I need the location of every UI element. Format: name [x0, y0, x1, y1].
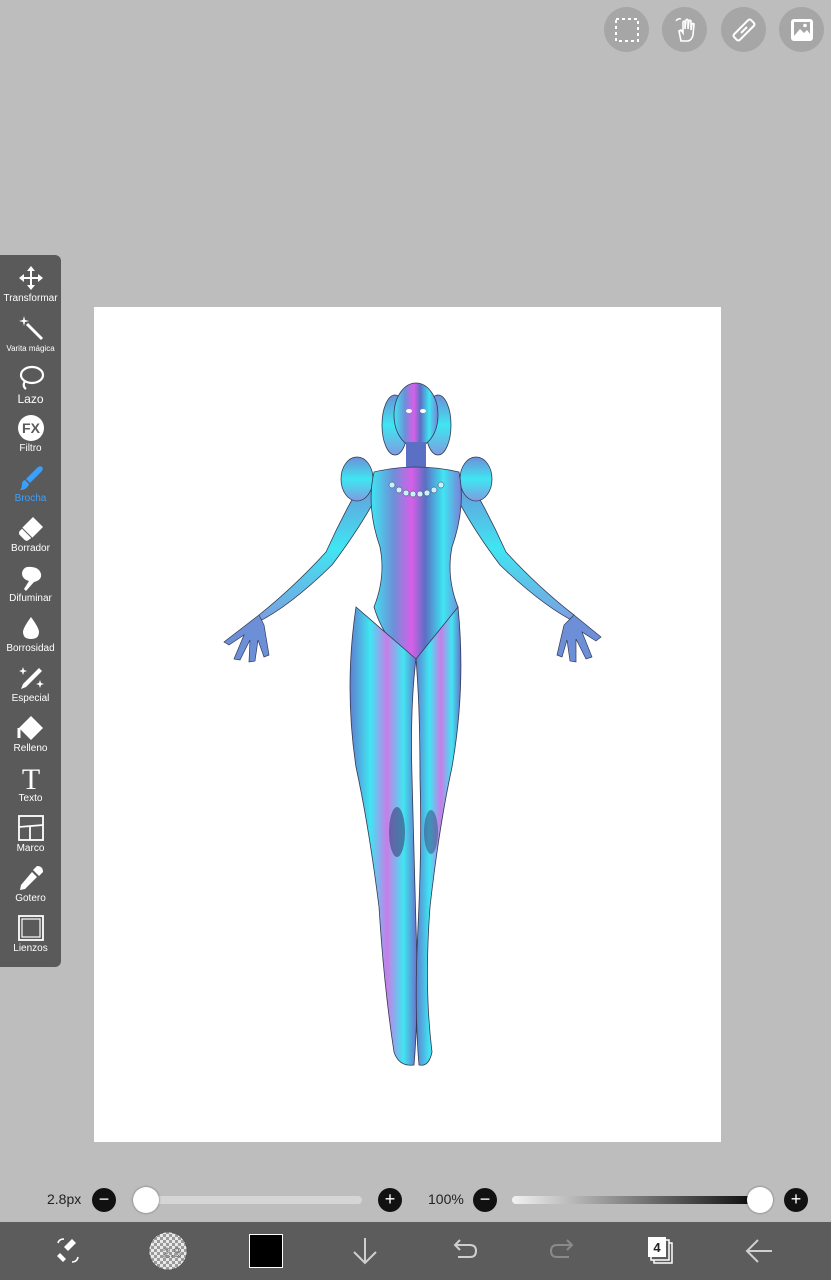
tool-borrador[interactable]: Borrador	[0, 513, 61, 563]
drop-icon	[22, 617, 39, 639]
tool-label: Relleno	[13, 743, 48, 754]
tool-filtro[interactable]: FX Filtro	[0, 413, 61, 463]
tool-lienzos[interactable]: Lienzos	[0, 913, 61, 963]
plus-icon: +	[384, 1189, 396, 1209]
tool-marco[interactable]: Marco	[0, 813, 61, 863]
tool-relleno[interactable]: Relleno	[0, 713, 61, 763]
undo-icon	[453, 1239, 478, 1258]
brush-size-badge: 2.8	[163, 1245, 181, 1260]
tool-label: Borrador	[11, 543, 50, 554]
brush-eraser-swap-icon	[57, 1238, 79, 1263]
brush-size-increase-button[interactable]: +	[378, 1188, 402, 1212]
figure-artwork	[223, 382, 602, 1066]
current-color-swatch	[249, 1234, 283, 1268]
back-button[interactable]	[729, 1222, 789, 1280]
arrow-down-icon	[353, 1238, 377, 1265]
blur-finger-icon	[21, 566, 41, 591]
plus-icon: +	[790, 1189, 802, 1209]
tool-label: Varita mágica	[6, 344, 55, 353]
drawing-canvas[interactable]	[94, 307, 721, 1142]
move-arrows-icon	[18, 266, 43, 290]
layers-icon: 4	[648, 1237, 673, 1264]
tool-label: Gotero	[15, 893, 46, 904]
selection-button[interactable]	[604, 7, 649, 52]
color-swatch-button[interactable]	[236, 1222, 296, 1280]
undo-button[interactable]	[434, 1222, 494, 1280]
brush-size-decrease-button[interactable]: −	[92, 1188, 116, 1212]
canvas-icon	[17, 915, 44, 941]
opacity-track[interactable]	[512, 1196, 766, 1204]
tool-label: Borrosidad	[6, 643, 55, 654]
tool-brocha[interactable]: Brocha	[0, 463, 61, 513]
tool-label: Difuminar	[9, 593, 52, 604]
arrow-left-icon	[745, 1239, 772, 1263]
redo-button[interactable]	[533, 1222, 593, 1280]
swap-tool-button[interactable]	[38, 1222, 98, 1280]
tool-panel: Transformar Varita mágica Lazo FX Filtro…	[0, 255, 61, 967]
tool-lazo[interactable]: Lazo	[0, 363, 61, 413]
tool-transformar[interactable]: Transformar	[0, 263, 61, 313]
tool-especial[interactable]: Especial	[0, 663, 61, 713]
magic-wand-icon	[18, 316, 43, 341]
minus-icon: −	[98, 1189, 110, 1209]
image-icon	[790, 18, 813, 41]
tool-gotero[interactable]: Gotero	[0, 863, 61, 913]
tool-borrosidad[interactable]: Borrosidad	[0, 613, 61, 663]
layers-button[interactable]: 4	[630, 1222, 690, 1280]
tool-label: Lienzos	[13, 943, 48, 954]
brush-size-knob[interactable]	[133, 1187, 159, 1213]
eyedropper-icon	[19, 866, 43, 890]
minus-icon: −	[479, 1189, 491, 1209]
selection-icon	[614, 17, 639, 42]
text-icon: T	[21, 764, 39, 792]
sparkle-pen-icon	[18, 667, 44, 689]
text-icon-glyph: T	[21, 764, 39, 792]
lasso-icon	[19, 365, 44, 390]
brush-size-preview-button[interactable]: 2.8	[138, 1222, 198, 1280]
tool-label: Filtro	[19, 443, 42, 454]
brush-size-value: 2.8px	[47, 1191, 82, 1207]
layers-count: 4	[653, 1240, 661, 1255]
opacity-knob[interactable]	[747, 1187, 773, 1213]
bucket-icon	[17, 716, 43, 740]
hand-button[interactable]	[662, 7, 707, 52]
brush-icon	[19, 466, 43, 490]
brush-size-track[interactable]	[140, 1196, 362, 1204]
opacity-decrease-button[interactable]: −	[473, 1188, 497, 1212]
hand-icon	[674, 17, 695, 42]
eraser-icon	[17, 517, 43, 542]
ruler-button[interactable]	[721, 7, 766, 52]
brush-preview-icon: 2.8	[148, 1231, 188, 1271]
frame-icon	[17, 815, 44, 841]
tool-texto[interactable]: T Texto	[0, 763, 61, 813]
tool-label: Transformar	[3, 293, 58, 304]
redo-icon	[549, 1239, 574, 1258]
tool-label: Marco	[16, 843, 45, 854]
fx-icon: FX	[17, 415, 44, 441]
ruler-icon	[732, 18, 755, 41]
download-button[interactable]	[335, 1222, 395, 1280]
tool-varita-magica[interactable]: Varita mágica	[0, 313, 61, 363]
tool-label: Lazo	[17, 392, 44, 406]
bottom-toolbar: 2.8 4	[0, 1222, 831, 1280]
tool-label: Texto	[18, 793, 43, 804]
tool-label: Especial	[11, 693, 50, 704]
image-button[interactable]	[779, 7, 824, 52]
fx-icon-text: FX	[22, 420, 41, 436]
tool-difuminar[interactable]: Difuminar	[0, 563, 61, 613]
opacity-increase-button[interactable]: +	[784, 1188, 808, 1212]
opacity-value: 100%	[428, 1191, 464, 1207]
tool-label: Brocha	[14, 493, 47, 504]
